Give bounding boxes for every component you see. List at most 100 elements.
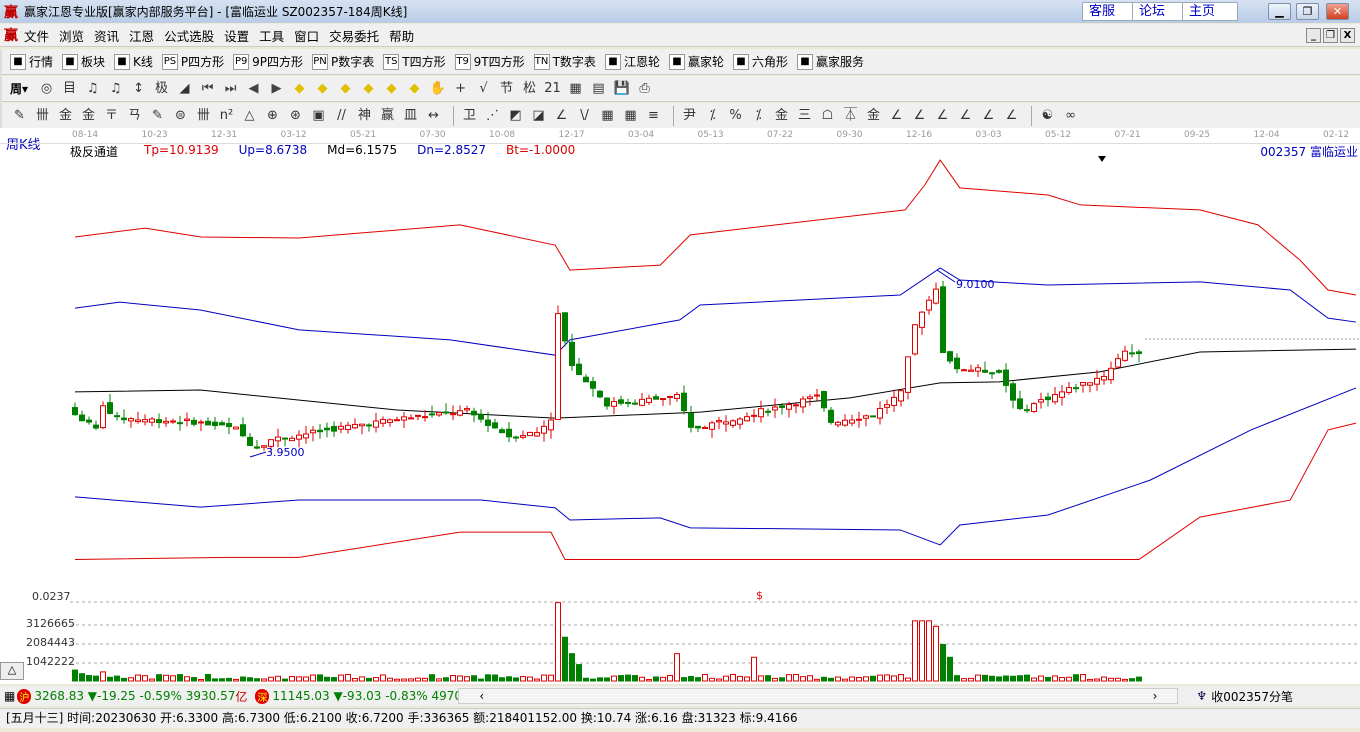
tool-icon[interactable]: 赢 [378,106,397,126]
tool-icon[interactable]: ∠ [552,106,571,126]
tool-icon[interactable]: 21 [543,79,562,99]
menu-file[interactable]: 文件 [24,26,49,45]
tool-icon[interactable]: ∞ [1061,106,1080,126]
tool-icon[interactable]: ⁒ [749,106,768,126]
tool-icon[interactable]: ⋰ [483,106,502,126]
tool-icon[interactable]: ◆ [359,79,378,99]
toolbar-item-8[interactable]: TN T数字表 [533,53,596,70]
toolbar-item-0[interactable]: ■ 行情 [10,53,53,70]
sz-index[interactable]: 11145.03 ▼-93.03 -0.83% 4970.20 [272,689,458,703]
minimize-button[interactable]: ▁ [1268,3,1291,20]
toolbar-item-5[interactable]: PN P数字表 [312,53,374,70]
tool-icon[interactable]: ⏮ [198,79,217,99]
tool-icon[interactable]: ∠ [933,106,952,126]
scroll-right-icon[interactable]: › [1153,689,1158,703]
tool-icon[interactable]: ◢ [175,79,194,99]
tool-icon[interactable]: ⎙ [635,79,654,99]
toolbar-item-7[interactable]: T9 9T四方形 [454,53,525,70]
menu-tools[interactable]: 工具 [259,26,284,45]
toolbar-item-6[interactable]: TS T四方形 [383,53,446,70]
close-button[interactable]: ✕ [1326,3,1349,20]
tool-icon[interactable]: ⊕ [263,106,282,126]
tool-icon[interactable]: ▣ [309,106,328,126]
tool-icon[interactable]: ◎ [37,79,56,99]
tool-icon[interactable]: ◪ [529,106,548,126]
tool-icon[interactable]: ♫ [83,79,102,99]
period-select[interactable]: 周 ▾ [10,80,28,97]
tool-icon[interactable]: ◀ [244,79,263,99]
toolbar-item-11[interactable]: ■ 六角形 [732,53,788,70]
tool-icon[interactable]: 三 [795,106,814,126]
tool-icon[interactable]: ◆ [313,79,332,99]
mdi-minimize-button[interactable]: _ [1306,28,1321,43]
expand-panel-button[interactable]: △ [0,662,24,680]
menu-window[interactable]: 窗口 [294,26,319,45]
tool-icon[interactable]: ㄢ [125,106,144,126]
tool-icon[interactable]: ✎ [10,106,29,126]
tool-icon[interactable]: ⊛ [286,106,305,126]
toolbar-item-9[interactable]: ■ 江恩轮 [604,53,660,70]
menu-formula[interactable]: 公式选股 [164,26,214,45]
tool-icon[interactable]: \/ [575,106,594,126]
scroll-left-icon[interactable]: ‹ [479,689,484,703]
tool-icon[interactable]: ∠ [956,106,975,126]
horizontal-scrollbar[interactable]: ‹ › [458,688,1179,704]
tool-icon[interactable]: ↕ [129,79,148,99]
menu-browse[interactable]: 浏览 [59,26,84,45]
tool-icon[interactable]: ▦ [598,106,617,126]
tool-icon[interactable]: ☖ [818,106,837,126]
tool-icon[interactable]: △ [240,106,259,126]
forum-link[interactable]: 论坛 [1132,2,1188,21]
tool-icon[interactable]: 目 [60,79,79,99]
tool-icon[interactable]: ⁒ [703,106,722,126]
tool-icon[interactable]: 金 [79,106,98,126]
mdi-restore-button[interactable]: ❐ [1323,28,1338,43]
tool-icon[interactable]: ♫ [106,79,125,99]
tool-icon[interactable]: ∠ [887,106,906,126]
tool-icon[interactable]: 💾 [612,79,631,99]
toolbar-item-12[interactable]: ■ 赢家服务 [796,53,864,70]
tool-icon[interactable]: ⏭ [221,79,240,99]
tool-icon[interactable]: 尹 [680,106,699,126]
tool-icon[interactable]: ☯ [1038,106,1057,126]
tool-icon[interactable]: 卌 [194,106,213,126]
service-link[interactable]: 客服 [1082,2,1138,21]
tool-icon[interactable]: ◆ [290,79,309,99]
tool-icon[interactable]: ≡ [644,106,663,126]
tool-icon[interactable]: ⊜ [171,106,190,126]
tool-icon[interactable]: % [726,106,745,126]
home-link[interactable]: 主页 [1182,2,1238,21]
mdi-close-button[interactable]: X [1340,28,1355,43]
tool-icon[interactable]: + [451,79,470,99]
toolbar-item-3[interactable]: PS P四方形 [161,53,224,70]
tool-icon[interactable]: ✎ [148,106,167,126]
tool-icon[interactable]: 金 [56,106,75,126]
tool-icon[interactable]: 神 [355,106,374,126]
tool-icon[interactable]: ◆ [336,79,355,99]
tool-icon[interactable]: ▦ [566,79,585,99]
tool-icon[interactable]: 极 [152,79,171,99]
tool-icon[interactable]: ▦ [621,106,640,126]
menu-trade[interactable]: 交易委托 [329,26,379,45]
tool-icon[interactable]: 松 [520,79,539,99]
tool-icon[interactable]: 节 [497,79,516,99]
tool-icon[interactable]: ◆ [382,79,401,99]
menu-settings[interactable]: 设置 [224,26,249,45]
tool-icon[interactable]: 皿 [401,106,420,126]
tick-detail-link[interactable]: 收002357分笔 [1211,688,1293,705]
toolbar-item-2[interactable]: ■ K线 [114,53,153,70]
menu-gann[interactable]: 江恩 [129,26,154,45]
tool-icon[interactable]: ∠ [1002,106,1021,126]
tool-icon[interactable]: ∠ [979,106,998,126]
tool-icon[interactable]: √ [474,79,493,99]
toolbar-item-10[interactable]: ■ 赢家轮 [668,53,724,70]
tool-icon[interactable]: ▤ [589,79,608,99]
toolbar-item-1[interactable]: ■ 板块 [62,53,105,70]
grid-icon[interactable]: ▦ [4,689,15,703]
tool-icon[interactable]: // [332,106,351,126]
menu-help[interactable]: 帮助 [389,26,414,45]
tool-icon[interactable]: 卫 [460,106,479,126]
tool-icon[interactable]: ∠ [910,106,929,126]
kline-chart[interactable]: 周K线 08-14 10-23 12-31 03-12 05-21 07-30 10-08 1… [0,128,1360,684]
tool-icon[interactable]: 金 [864,106,883,126]
